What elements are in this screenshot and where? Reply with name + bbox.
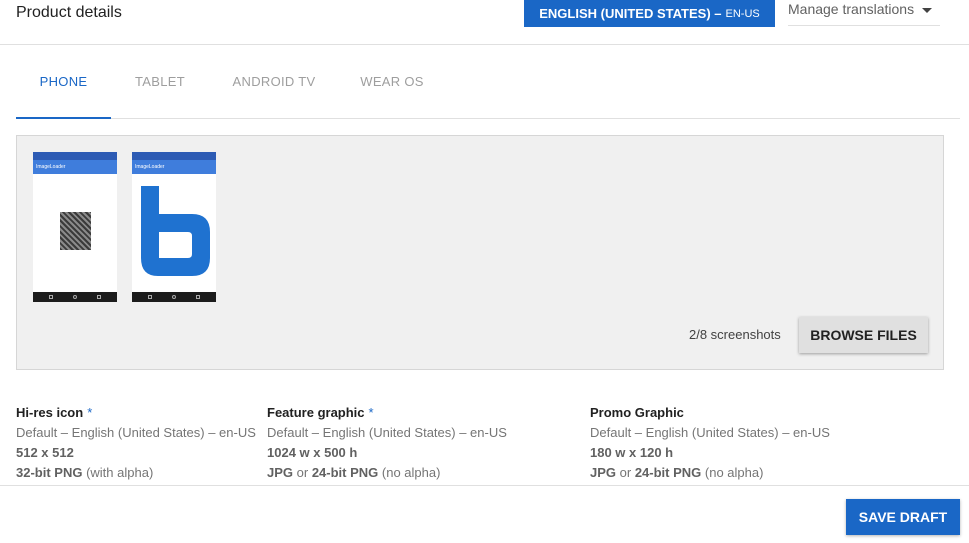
status-bar [132,152,216,160]
spec-locale: Default – English (United States) – en-U… [16,425,256,440]
footer: SAVE DRAFT [0,485,969,543]
home-icon [172,295,176,299]
tab-label: ANDROID TV [232,73,316,89]
spec-format-note: (with alpha) [82,465,154,480]
spec-format-alt: 24-bit PNG [311,465,379,480]
back-icon [49,295,53,299]
tab-wear-os[interactable]: WEAR OS [351,44,433,118]
language-code: EN-US [725,7,760,20]
spec-size: 512 x 512 [16,445,74,460]
tab-label: WEAR OS [360,73,424,89]
tab-android-tv[interactable]: ANDROID TV [216,44,332,118]
spec-locale: Default – English (United States) – en-U… [590,425,830,440]
tab-label: TABLET [135,73,185,89]
screenshot-thumbnail[interactable]: ImageLoader [132,152,216,302]
nav-bar [132,292,216,302]
recents-icon [97,295,101,299]
tab-phone[interactable]: PHONE [16,44,111,119]
spec-format: 32-bit PNG [16,465,83,480]
nav-bar [33,292,117,302]
portrait-image [60,212,91,250]
language-button-label: ENGLISH (UNITED STATES) – [539,6,722,21]
status-bar [33,152,117,160]
caret-down-icon [922,8,933,13]
spec-format: JPG [590,465,617,480]
home-icon [73,295,77,299]
screenshot-thumbnail[interactable]: ImageLoader [33,152,117,302]
app-bar: ImageLoader [132,160,216,174]
screenshot-count: 2/8 screenshots [689,327,781,342]
screenshots-panel[interactable]: ImageLoader ImageLoader 2/8 screenshots … [16,135,944,370]
spec-format: JPG [267,465,294,480]
spec-size: 1024 w x 500 h [267,445,358,460]
page-title: Product details [16,4,122,21]
required-mark: * [87,405,93,420]
tab-label: PHONE [39,73,88,89]
spec-title: Promo Graphic [590,405,684,420]
b-logo-icon [141,186,210,276]
browse-files-button[interactable]: BROWSE FILES [799,317,928,353]
required-mark: * [368,405,374,420]
hi-res-icon-spec[interactable]: Hi-res icon * Default – English (United S… [16,403,256,483]
recents-icon [196,295,200,299]
active-tab-indicator [16,117,111,119]
spec-size: 180 w x 120 h [590,445,674,460]
device-tabs: PHONE TABLET ANDROID TV WEAR OS [16,44,960,119]
language-button[interactable]: ENGLISH (UNITED STATES) – EN-US [524,0,775,27]
spec-format-or: or [616,465,635,480]
spec-locale: Default – English (United States) – en-U… [267,425,507,440]
spec-format-or: or [293,465,312,480]
save-draft-button[interactable]: SAVE DRAFT [846,499,960,535]
spec-format-note: (no alpha) [378,465,441,480]
back-icon [148,295,152,299]
spec-format-alt: 24-bit PNG [634,465,702,480]
manage-translations-dropdown[interactable]: Manage translations [788,0,940,26]
feature-graphic-spec[interactable]: Feature graphic * Default – English (Unit… [267,403,507,483]
manage-translations-label: Manage translations [788,1,915,17]
spec-title: Hi-res icon [16,405,84,420]
spec-title: Feature graphic [267,405,365,420]
promo-graphic-spec[interactable]: Promo Graphic Default – English (United … [590,403,830,483]
spec-format-note: (no alpha) [701,465,764,480]
app-bar: ImageLoader [33,160,117,174]
tab-tablet[interactable]: TABLET [116,44,204,118]
header: Product details ENGLISH (UNITED STATES) … [0,0,969,45]
